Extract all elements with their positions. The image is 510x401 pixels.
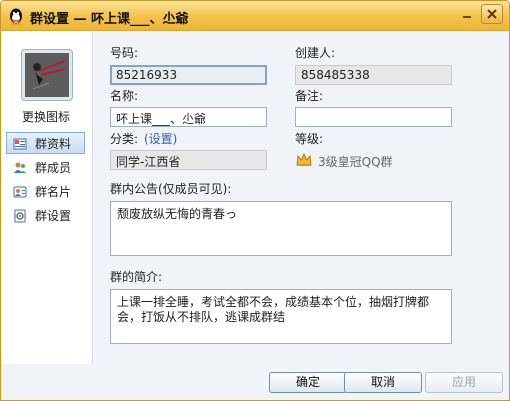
sidebar-item-label: 群成员 <box>35 161 72 175</box>
sidebar-item-group-card[interactable]: 群名片 <box>6 180 85 202</box>
creator-field: 858485338 <box>295 65 452 85</box>
level-label: 等级: <box>295 132 324 146</box>
number-label: 号码: <box>110 46 139 60</box>
sidebar-item-label: 群名片 <box>35 185 72 199</box>
group-level-text: 3级皇冠QQ群 <box>318 155 393 169</box>
group-number-field[interactable]: 85216933 <box>110 65 267 85</box>
sidebar: 更换图标 群资料 群成员 群名片 群设置 <box>1 31 86 400</box>
sidebar-item-group-settings[interactable]: 群设置 <box>6 204 85 226</box>
group-settings-window: 群设置 — 吥上课___、尐爺 更换图标 群资料 群成员 群名片 群设置 号码:… <box>0 0 510 401</box>
close-icon <box>487 8 497 22</box>
note-field[interactable] <box>295 107 452 127</box>
group-settings-icon <box>13 208 27 223</box>
intro-textarea[interactable]: 上课一排全睡，考试全都不会，成绩基本个位，抽烟打牌都会，打饭从不排队，逃课成群结 <box>110 289 452 344</box>
sidebar-item-group-members[interactable]: 群成员 <box>6 156 85 178</box>
close-button[interactable] <box>481 4 503 24</box>
crown-level-icon <box>296 152 312 167</box>
change-icon-link[interactable]: 更换图标 <box>22 108 70 125</box>
sidebar-item-label: 群设置 <box>35 209 72 223</box>
dialog-footer: 确定 取消 应用 <box>1 364 509 400</box>
ok-button[interactable]: 确定 <box>269 372 347 393</box>
cancel-button[interactable]: 取消 <box>344 372 422 393</box>
sidebar-item-label: 群资料 <box>35 137 72 151</box>
category-field: 同学-江西省 <box>110 150 267 170</box>
group-avatar[interactable] <box>21 49 73 101</box>
sidebar-item-group-info[interactable]: 群资料 <box>6 132 85 154</box>
minimize-button[interactable] <box>456 4 478 24</box>
group-card-icon <box>13 184 27 198</box>
category-label: 分类: <box>110 132 139 146</box>
name-label: 名称: <box>110 89 139 103</box>
minimize-icon <box>462 8 472 22</box>
intro-label: 群的简介: <box>110 270 163 284</box>
group-info-icon <box>13 136 27 150</box>
creator-label: 创建人: <box>295 46 336 60</box>
category-settings-link[interactable]: (设置) <box>144 130 177 147</box>
window-title: 群设置 — 吥上课___、尐爺 <box>30 12 189 27</box>
sidebar-nav: 群资料 群成员 群名片 群设置 <box>6 132 86 228</box>
title-bar[interactable]: 群设置 — 吥上课___、尐爺 <box>1 1 509 31</box>
group-name-field[interactable]: 吥上课___、尐爺 <box>110 107 267 127</box>
group-members-icon <box>13 160 27 174</box>
note-label: 备注: <box>295 89 324 103</box>
announcement-label: 群内公告(仅成员可见): <box>110 182 232 196</box>
group-info-panel: 号码: 85216933 创建人: 858485338 名称: 吥上课___、尐… <box>92 31 509 364</box>
announcement-textarea[interactable]: 颓废放纵无悔的青春っ <box>110 201 452 256</box>
apply-button[interactable]: 应用 <box>425 372 503 393</box>
qq-penguin-icon <box>7 7 25 25</box>
